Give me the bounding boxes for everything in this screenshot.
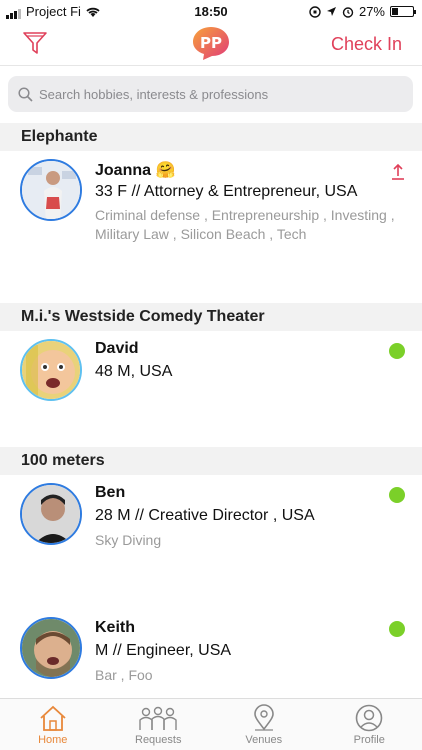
- location-arrow-icon: [326, 7, 336, 16]
- status-right: 27%: [309, 4, 416, 19]
- person-tags: Bar , Foo: [95, 667, 153, 683]
- battery-percent: 27%: [358, 4, 385, 19]
- map-pin-icon: [253, 704, 274, 731]
- online-status-dot: [389, 343, 405, 359]
- person-name: Keith: [95, 619, 135, 636]
- section-header: 100 meters: [0, 447, 422, 475]
- list-item[interactable]: Joanna 🤗 33 F // Attorney & Entrepreneur…: [0, 151, 422, 303]
- check-in-button[interactable]: Check In: [331, 34, 402, 55]
- person-name: David: [95, 340, 139, 357]
- list-item[interactable]: Ben 28 M // Creative Director , USA Sky …: [0, 475, 422, 607]
- section-header: M.i.'s Westside Comedy Theater: [0, 303, 422, 331]
- avatar: [20, 159, 82, 221]
- person-name: Ben: [95, 484, 126, 501]
- tab-label: Requests: [135, 734, 182, 746]
- online-status-dot: [389, 487, 405, 503]
- home-icon: [40, 705, 66, 731]
- tab-profile[interactable]: Profile: [317, 699, 422, 750]
- tab-label: Venues: [245, 734, 283, 746]
- person-detail: 33 F // Attorney & Entrepreneur, USA: [95, 183, 358, 200]
- person-detail: 48 M, USA: [95, 363, 173, 380]
- app-header: P P Check In: [0, 22, 422, 66]
- upload-icon[interactable]: [391, 163, 405, 181]
- list-item[interactable]: David 48 M, USA: [0, 331, 422, 447]
- avatar: [20, 483, 82, 545]
- tab-requests[interactable]: Requests: [106, 699, 212, 750]
- people-group-icon: [139, 706, 177, 730]
- person-tags: Sky Diving: [95, 532, 162, 548]
- orientation-lock-icon: [309, 5, 321, 18]
- tab-home[interactable]: Home: [0, 699, 106, 750]
- svg-text:P: P: [200, 34, 211, 52]
- online-status-dot: [389, 621, 405, 637]
- search-bar[interactable]: [8, 76, 413, 112]
- avatar: [20, 339, 82, 401]
- avatar: [20, 617, 82, 679]
- person-detail: M // Engineer, USA: [95, 642, 232, 659]
- tab-bar: Home Requests Venues Profile: [0, 698, 422, 750]
- search-icon: [18, 86, 33, 102]
- tab-label: Home: [38, 734, 68, 746]
- tab-venues[interactable]: Venues: [211, 699, 317, 750]
- person-name: Joanna 🤗: [95, 162, 176, 179]
- filter-icon[interactable]: [22, 30, 48, 56]
- battery-icon: [390, 6, 416, 17]
- list-item[interactable]: Keith M // Engineer, USA Bar , Foo: [0, 609, 422, 698]
- status-bar: Project Fi 18:50 27%: [0, 0, 422, 22]
- profile-icon: [355, 704, 383, 732]
- tab-label: Profile: [353, 734, 385, 746]
- person-detail: 28 M // Creative Director , USA: [95, 507, 315, 524]
- search-input[interactable]: [39, 86, 399, 102]
- person-tags: Criminal defense , Entrepreneurship , In…: [95, 207, 395, 242]
- app-logo-icon: P P: [193, 27, 229, 60]
- svg-text:P: P: [211, 34, 222, 52]
- alarm-icon: [342, 6, 354, 18]
- section-header: Elephante: [0, 123, 422, 151]
